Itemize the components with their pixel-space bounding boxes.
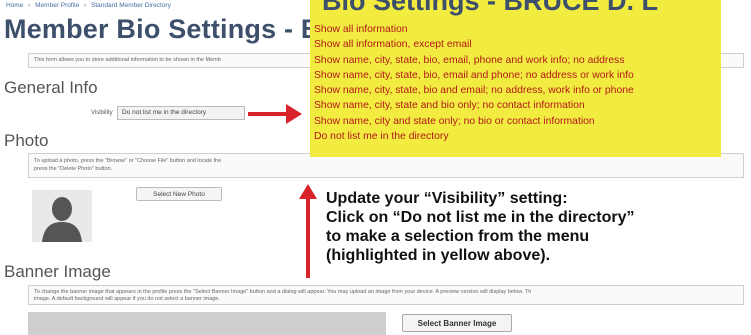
breadcrumb-separator: ›: [28, 2, 31, 9]
annotation-arrow-up: [306, 198, 310, 278]
callout-line-3: to make a selection from the menu: [326, 228, 590, 245]
breadcrumb-separator: ›: [84, 2, 87, 9]
visibility-dropdown-menu: Show all information Show all informatio…: [310, 20, 721, 157]
dropdown-option-no-address[interactable]: Show name, city, state, bio, email, phon…: [314, 53, 717, 68]
select-banner-image-button[interactable]: Select Banner Image: [402, 314, 512, 332]
dropdown-option-no-address-work-phone[interactable]: Show name, city, state, bio and email; n…: [314, 83, 717, 98]
visibility-select[interactable]: Do not list me in the directory: [117, 106, 245, 120]
callout-line-2: Click on “Do not list me in the director…: [326, 209, 635, 226]
select-new-photo-button[interactable]: Select New Photo: [136, 187, 222, 201]
annotation-arrow-right-head-icon: [286, 104, 302, 124]
breadcrumb-home[interactable]: Home: [6, 2, 23, 9]
photo-info-text-2: press the "Delete Photo" button.: [34, 166, 113, 172]
banner-info-text-2: image. A default background will appear …: [34, 296, 220, 302]
photo-info-text: To upload a photo, press the "Browse" or…: [34, 158, 222, 164]
visibility-label: Visibility: [91, 110, 113, 116]
breadcrumb-current: Standard Member Directory: [91, 2, 171, 9]
dropdown-option-name-city-state-only[interactable]: Show name, city and state only; no bio o…: [314, 114, 717, 129]
banner-info-box: To change the banner image that appears …: [28, 285, 744, 305]
dropdown-option-bio-only[interactable]: Show name, city, state and bio only; no …: [314, 98, 717, 113]
title-peek-text: Bio Settings - BRUCE D. L: [322, 0, 658, 16]
annotation-arrow-right: [248, 112, 288, 116]
intro-text: This form allows you to store additional…: [34, 57, 221, 63]
dropdown-option-all-except-email[interactable]: Show all information, except email: [314, 37, 717, 52]
banner-info-text: To change the banner image that appears …: [34, 289, 532, 295]
instruction-callout: Update your “Visibility” setting: Click …: [326, 189, 634, 265]
banner-preview: [28, 312, 386, 335]
general-info-heading: General Info: [4, 78, 98, 97]
callout-line-4: (highlighted in yellow above).: [326, 247, 551, 264]
breadcrumb-member-profile[interactable]: Member Profile: [35, 2, 79, 9]
annotation-arrow-up-head-icon: [299, 184, 317, 199]
dropdown-option-do-not-list[interactable]: Do not list me in the directory: [314, 129, 717, 144]
breadcrumb: Home › Member Profile › Standard Member …: [6, 2, 174, 9]
banner-image-heading: Banner Image: [4, 262, 111, 281]
dropdown-option-no-address-or-work[interactable]: Show name, city, state, bio, email and p…: [314, 68, 717, 83]
page-title: Member Bio Settings - BR: [4, 14, 341, 44]
avatar-placeholder-icon: [32, 190, 92, 242]
title-peek-region: Bio Settings - BRUCE D. L: [310, 0, 721, 20]
photo-heading: Photo: [4, 131, 49, 150]
callout-line-1: Update your “Visibility” setting:: [326, 190, 568, 207]
dropdown-option-show-all[interactable]: Show all information: [314, 22, 717, 37]
